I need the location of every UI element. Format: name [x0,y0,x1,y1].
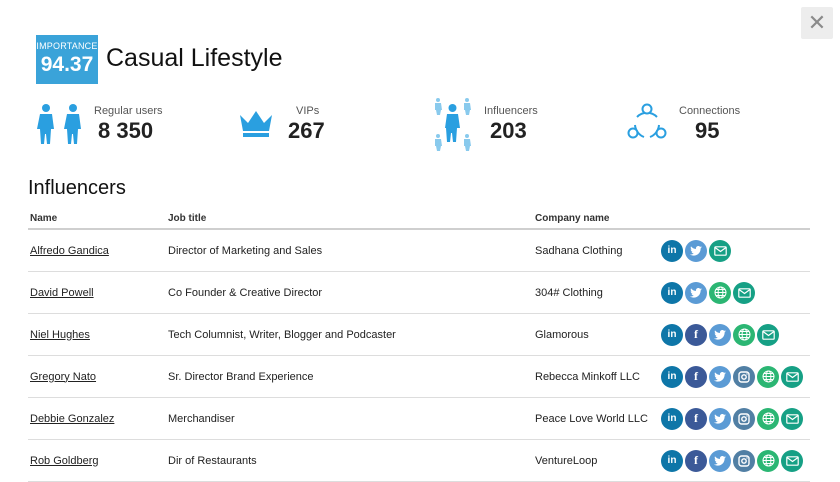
facebook-icon[interactable]: f [685,449,707,472]
cell-name: David Powell [28,271,166,314]
stat-value: 203 [490,118,527,143]
linkedin-icon[interactable]: in [661,365,683,388]
crown-icon [240,111,272,137]
table-row: Alfredo Gandica Director of Marketing and… [28,229,810,272]
influencer-name-link[interactable]: Debbie Gonzalez [30,413,114,425]
cell-social-links: in f [659,313,810,356]
linkedin-icon[interactable]: in [661,449,683,472]
linkedin-icon[interactable]: in [661,281,683,304]
influencers-table: Name Job title Company name Alfredo Gand… [28,208,810,482]
email-icon[interactable] [757,323,779,346]
table-row: Rob Goldberg Dir of Restaurants VentureLoo… [28,439,810,482]
stat-label: Influencers [484,105,538,117]
email-icon[interactable] [781,407,803,430]
facebook-icon[interactable]: f [685,323,707,346]
importance-value: 94.37 [40,53,94,76]
cell-social-links: in [659,271,810,314]
influencers-heading: Influencers [28,177,126,199]
cell-job-title: Co Founder & Creative Director [166,271,533,314]
page-title: Casual Lifestyle [106,44,283,72]
influencer-name-link[interactable]: Alfredo Gandica [30,245,109,257]
column-header-social [659,208,810,230]
influencer-name-link[interactable]: David Powell [30,287,94,299]
stat-value: 8 350 [98,118,154,143]
close-button[interactable]: ✕ [801,7,833,39]
twitter-icon[interactable] [709,323,731,346]
cell-company: Rebecca Minkoff LLC [533,355,659,398]
table-row: Gregory Nato Sr. Director Brand Experienc… [28,355,810,398]
cell-job-title: Sr. Director Brand Experience [166,355,533,398]
cell-name: Gregory Nato [28,355,166,398]
stat-regular-users: Regular users 8 350 [36,97,206,157]
cell-name: Alfredo Gandica [28,229,166,272]
twitter-icon[interactable] [709,365,731,388]
cell-company: Sadhana Clothing [533,229,659,272]
web-icon[interactable] [733,323,755,346]
stat-label: Regular users [94,105,163,117]
email-icon[interactable] [781,365,803,388]
column-header-job-title[interactable]: Job title [166,208,533,230]
cell-company: Glamorous [533,313,659,356]
twitter-icon[interactable] [709,449,731,472]
cell-job-title: Dir of Restaurants [166,439,533,482]
email-icon[interactable] [781,449,803,472]
table-row: Niel Hughes Tech Columnist, Writer, Blogg… [28,313,810,356]
influencer-name-link[interactable]: Niel Hughes [30,329,90,341]
cell-name: Niel Hughes [28,313,166,356]
stat-influencers: Influencers 203 [434,97,574,157]
web-icon[interactable] [757,407,779,430]
stat-value: 95 [695,118,720,143]
influencers-icon [435,98,471,151]
twitter-icon[interactable] [709,407,731,430]
linkedin-icon[interactable]: in [661,239,683,262]
twitter-icon[interactable] [685,281,707,304]
cell-name: Rob Goldberg [28,439,166,482]
cell-company: Peace Love World LLC [533,397,659,440]
column-header-name[interactable]: Name [28,208,166,230]
facebook-icon[interactable]: f [685,365,707,388]
importance-badge: IMPORTANCE 94.37 [36,35,98,84]
instagram-icon[interactable] [733,365,755,388]
table-header-row: Name Job title Company name [28,208,810,230]
cell-name: Debbie Gonzalez [28,397,166,440]
cell-social-links: in [659,229,810,272]
importance-label: IMPORTANCE [36,41,98,51]
cell-company: 304# Clothing [533,271,659,314]
influencer-name-link[interactable]: Gregory Nato [30,371,96,383]
cell-social-links: in f [659,397,810,440]
connections-icon [627,103,667,139]
cell-job-title: Merchandiser [166,397,533,440]
instagram-icon[interactable] [733,407,755,430]
twitter-icon[interactable] [685,239,707,262]
instagram-icon[interactable] [733,449,755,472]
linkedin-icon[interactable]: in [661,407,683,430]
stat-label: VIPs [296,105,320,117]
column-header-company[interactable]: Company name [533,208,659,230]
cell-social-links: in f [659,355,810,398]
cell-company: VentureLoop [533,439,659,482]
table-row: Debbie Gonzalez Merchandiser Peace Love Wo… [28,397,810,440]
cell-social-links: in f [659,439,810,482]
facebook-icon[interactable]: f [685,407,707,430]
users-icon [37,104,81,144]
web-icon[interactable] [757,365,779,388]
linkedin-icon[interactable]: in [661,323,683,346]
cell-job-title: Tech Columnist, Writer, Blogger and Podc… [166,313,533,356]
web-icon[interactable] [709,281,731,304]
stat-value: 267 [288,118,325,143]
stat-connections: Connections 95 [627,97,767,157]
email-icon[interactable] [709,239,731,262]
influencer-name-link[interactable]: Rob Goldberg [30,455,99,467]
stat-vips: VIPs 267 [238,97,378,157]
cell-job-title: Director of Marketing and Sales [166,229,533,272]
close-icon: ✕ [807,10,827,36]
table-row: David Powell Co Founder & Creative Direct… [28,271,810,314]
email-icon[interactable] [733,281,755,304]
stat-label: Connections [679,105,741,117]
web-icon[interactable] [757,449,779,472]
